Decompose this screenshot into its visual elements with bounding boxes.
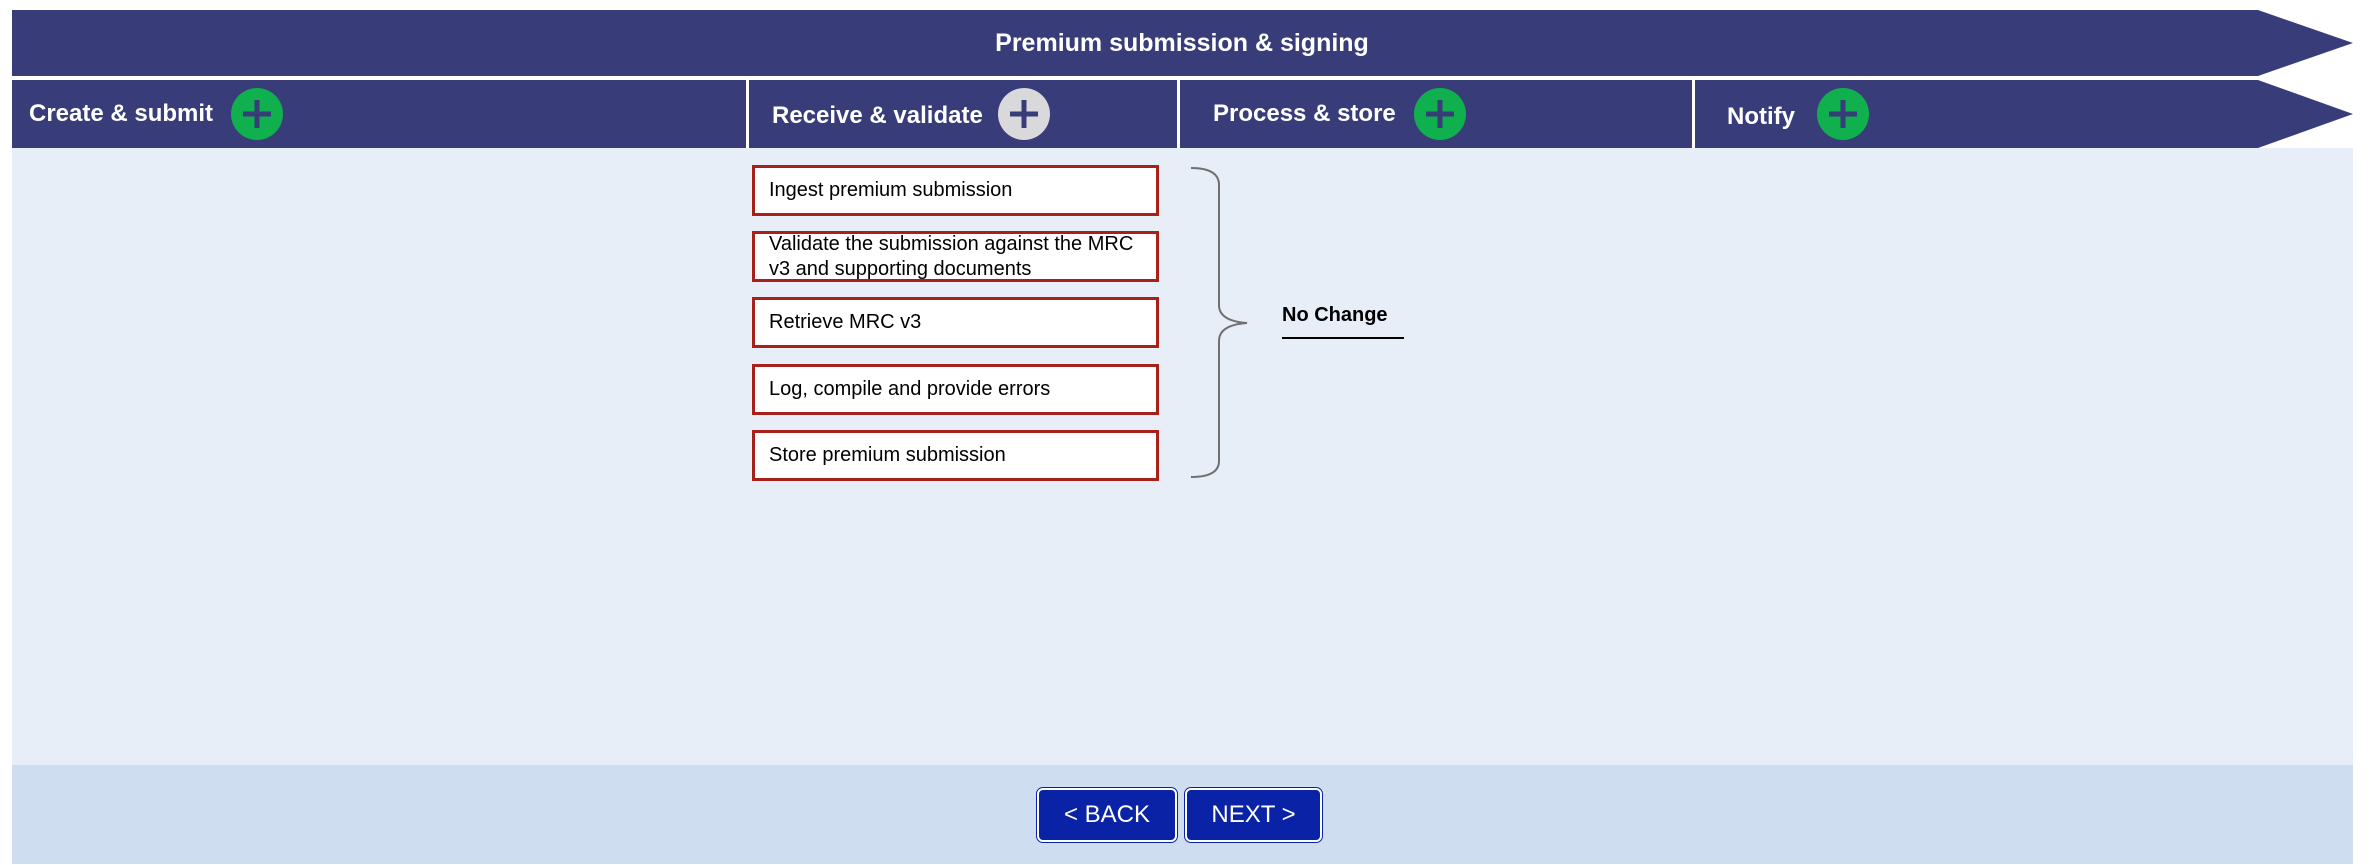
step-label: Validate the submission against the MRC … — [769, 232, 1134, 280]
step-label: Store premium submission — [769, 444, 1006, 466]
stage-label: Process & store — [1213, 100, 1396, 127]
stage-create-submit[interactable]: Create & submit — [29, 80, 213, 148]
back-button[interactable]: < BACK — [1037, 788, 1177, 842]
stage-notify[interactable]: Notify — [1727, 83, 1795, 151]
stage-label: Create & submit — [29, 100, 214, 127]
stage-divider — [746, 80, 749, 148]
no-change-label: No Change — [1282, 304, 1388, 326]
step-box[interactable]: Ingest premium submission — [752, 165, 1159, 216]
stage-label: Notify — [1727, 103, 1795, 130]
underline — [1282, 337, 1404, 339]
plus-icon[interactable] — [1414, 88, 1466, 140]
stages-bar — [12, 80, 2353, 148]
step-box[interactable]: Retrieve MRC v3 — [752, 297, 1159, 348]
step-box[interactable]: Log, compile and provide errors — [752, 364, 1159, 415]
content-area — [12, 148, 2353, 765]
step-box[interactable]: Store premium submission — [752, 430, 1159, 481]
banner-title: Premium submission & signing — [995, 29, 1369, 57]
right-brace-icon — [1185, 165, 1255, 485]
step-box[interactable]: Validate the submission against the MRC … — [752, 231, 1159, 282]
stage-receive-validate[interactable]: Receive & validate — [772, 82, 983, 150]
plus-icon[interactable] — [998, 88, 1050, 140]
plus-icon[interactable] — [231, 88, 283, 140]
stage-process-store[interactable]: Process & store — [1213, 80, 1396, 148]
stage-divider — [1177, 80, 1180, 148]
plus-icon[interactable] — [1817, 88, 1869, 140]
stage-label: Receive & validate — [772, 102, 983, 129]
next-button[interactable]: NEXT > — [1185, 788, 1322, 842]
step-label: Retrieve MRC v3 — [769, 311, 922, 333]
stage-divider — [1692, 80, 1695, 148]
step-label: Log, compile and provide errors — [769, 378, 1051, 400]
footer — [12, 765, 2353, 864]
step-label: Ingest premium submission — [769, 179, 1013, 201]
